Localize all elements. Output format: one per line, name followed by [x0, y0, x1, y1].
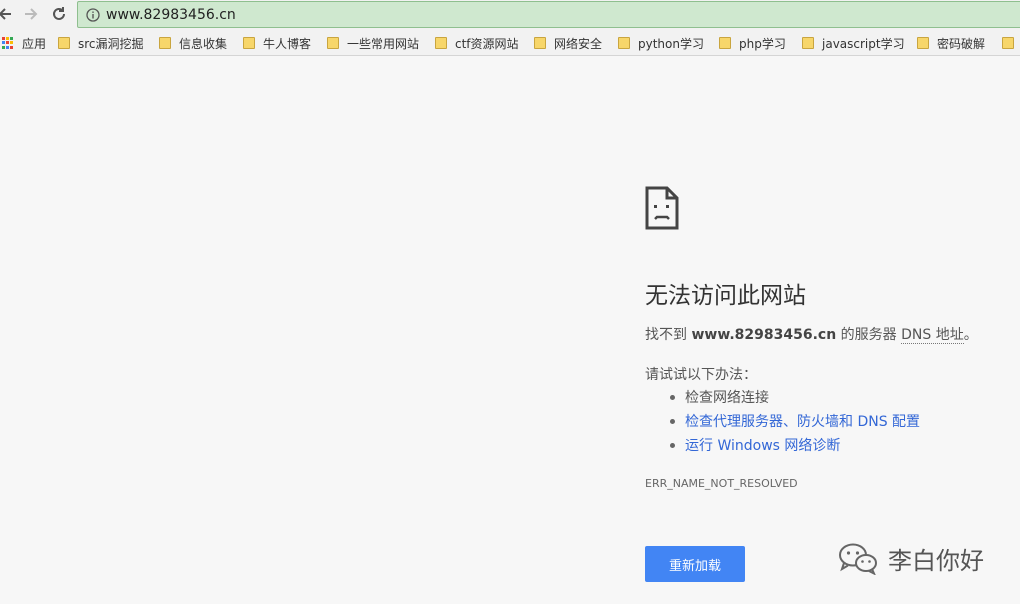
folder-icon: [435, 37, 447, 49]
suggestion-check-connection: 检查网络连接: [685, 390, 769, 406]
bookmark-folder-python[interactable]: python学习: [618, 33, 704, 53]
list-item: 运行 Windows 网络诊断: [669, 436, 920, 460]
try-label: 请试试以下办法：: [645, 367, 757, 383]
list-item: 检查网络连接: [669, 388, 920, 412]
back-arrow-icon: [0, 8, 11, 20]
address-bar[interactable]: www.82983456.cn: [77, 1, 1020, 28]
bookmark-apps[interactable]: 应用: [2, 33, 46, 53]
bookmark-label: 密码破解: [937, 36, 986, 51]
bookmark-label: 应用: [22, 36, 47, 51]
bookmark-folder-src[interactable]: src漏洞挖掘: [58, 33, 144, 53]
error-code: ERR_NAME_NOT_RESOLVED: [645, 477, 798, 490]
folder-icon: [618, 37, 630, 49]
bookmark-label: ctf资源网站: [455, 36, 519, 51]
error-title: 无法访问此网站: [645, 283, 806, 309]
reload-button[interactable]: 重新加载: [645, 546, 745, 582]
folder-icon: [1002, 37, 1014, 49]
folder-icon: [327, 37, 339, 49]
forward-button[interactable]: [20, 3, 42, 25]
folder-icon: [719, 37, 731, 49]
sad-document-icon: [645, 186, 679, 230]
back-button[interactable]: [0, 3, 16, 25]
suggestion-check-proxy-link[interactable]: 检查代理服务器、防火墙和 DNS 配置: [685, 414, 920, 430]
bookmark-label: 一些常用网站: [347, 36, 420, 51]
error-description: 找不到 www.82983456.cn 的服务器 DNS 地址。: [645, 324, 978, 344]
forward-arrow-icon: [25, 8, 38, 20]
bookmark-label: php学习: [739, 36, 786, 51]
list-item: 检查代理服务器、防火墙和 DNS 配置: [669, 412, 920, 436]
watermark-text: 李白你好: [888, 546, 984, 575]
suggestion-run-diagnostics-link[interactable]: 运行 Windows 网络诊断: [685, 438, 840, 454]
bookmark-label: python学习: [638, 36, 704, 51]
browser-toolbar: www.82983456.cn: [0, 0, 1020, 30]
folder-icon: [534, 37, 546, 49]
bookmark-folder-blogs[interactable]: 牛人博客: [243, 33, 311, 53]
bookmark-label: src漏洞挖掘: [78, 36, 144, 51]
bookmark-folder-password[interactable]: 密码破解: [917, 33, 985, 53]
reload-toolbar-button[interactable]: [48, 3, 70, 25]
folder-icon: [802, 37, 814, 49]
folder-icon: [243, 37, 255, 49]
suggestions-list: 检查网络连接 检查代理服务器、防火墙和 DNS 配置 运行 Windows 网络…: [669, 388, 920, 460]
dns-address-abbr[interactable]: DNS 地址: [901, 327, 964, 344]
folder-icon: [917, 37, 929, 49]
info-icon[interactable]: [86, 7, 100, 22]
bookmark-label: javascript学习: [822, 36, 905, 51]
bookmark-label: 牛人博客: [263, 36, 312, 51]
apps-grid-icon: [2, 37, 14, 49]
desc-mid: 的服务器: [836, 327, 902, 343]
bookmark-folder-partial[interactable]: [1002, 33, 1020, 53]
watermark: 李白你好: [838, 538, 984, 578]
bookmark-folder-common[interactable]: 一些常用网站: [327, 33, 419, 53]
bookmark-folder-php[interactable]: php学习: [719, 33, 786, 53]
folder-icon: [159, 37, 171, 49]
bookmark-folder-ctf[interactable]: ctf资源网站: [435, 33, 519, 53]
bookmark-folder-security[interactable]: 网络安全: [534, 33, 602, 53]
folder-icon: [58, 37, 70, 49]
bookmark-label: 信息收集: [179, 36, 228, 51]
bookmark-folder-info[interactable]: 信息收集: [159, 33, 227, 53]
desc-prefix: 找不到: [645, 327, 692, 343]
url-text[interactable]: www.82983456.cn: [106, 7, 236, 23]
desc-host: www.82983456.cn: [691, 327, 837, 343]
bookmark-folder-javascript[interactable]: javascript学习: [802, 33, 905, 53]
bookmarks-bar: 应用 src漏洞挖掘 信息收集 牛人博客 一些常用网站 ctf资源网站 网络安全…: [0, 30, 1020, 56]
wechat-icon: [839, 543, 877, 575]
bookmark-label: 网络安全: [554, 36, 603, 51]
refresh-icon: [53, 7, 65, 20]
desc-suffix: 。: [963, 327, 978, 343]
